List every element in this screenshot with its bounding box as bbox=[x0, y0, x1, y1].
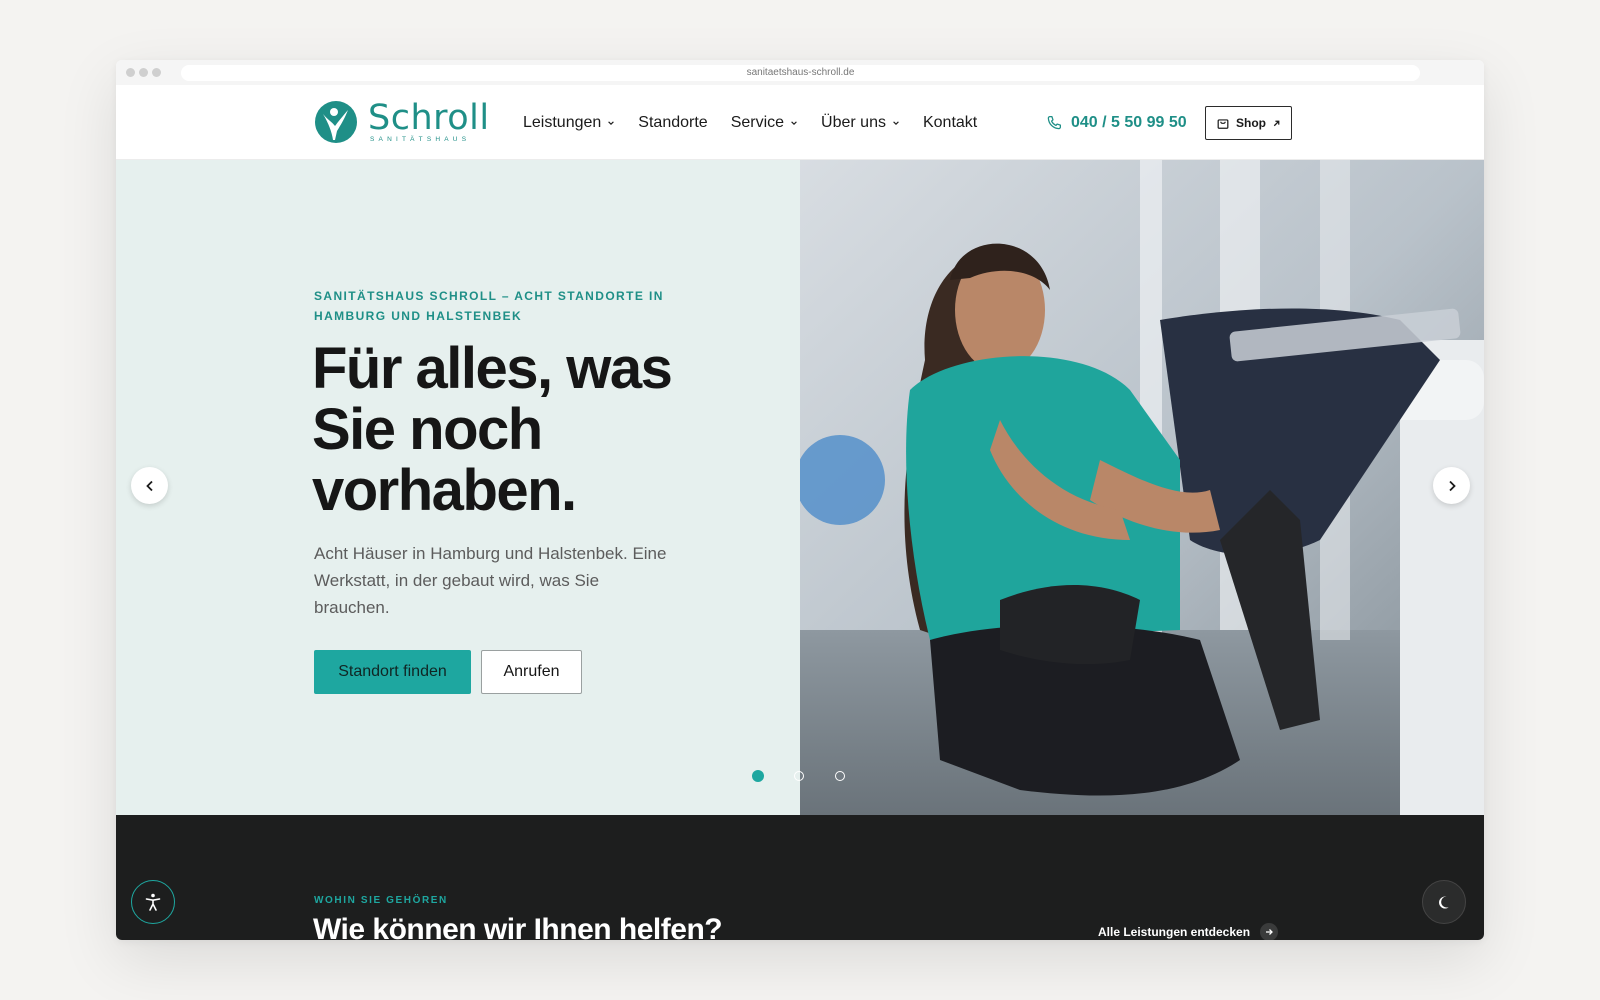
phone-icon bbox=[1047, 115, 1062, 129]
logo-icon bbox=[315, 101, 357, 143]
dark-mode-toggle[interactable] bbox=[1422, 880, 1466, 924]
logo[interactable]: Schroll SANITÄTSHAUS bbox=[314, 100, 490, 144]
hero-lede: Acht Häuser in Hamburg und Halstenbek. E… bbox=[314, 544, 667, 617]
all-services-label: Alle Leistungen entdecken bbox=[1098, 925, 1251, 939]
chevron-right-icon bbox=[1448, 480, 1456, 491]
hero-text-panel: SANITÄTSHAUS SCHROLL – ACHT STANDORTE IN… bbox=[116, 160, 800, 815]
hero-eyebrow: SANITÄTSHAUS SCHROLL – ACHT STANDORTE IN… bbox=[314, 289, 664, 323]
moon-icon bbox=[1439, 896, 1449, 909]
maximize-dot[interactable] bbox=[152, 68, 161, 77]
hero-slider: SANITÄTSHAUS SCHROLL – ACHT STANDORTE IN… bbox=[116, 160, 1484, 815]
slider-prev-button[interactable] bbox=[131, 467, 168, 504]
site-header: Schroll SANITÄTSHAUS Leistungen Standort… bbox=[116, 85, 1484, 160]
hero-image bbox=[800, 160, 1484, 815]
section-eyebrow: WOHIN SIE GEHÖREN bbox=[314, 895, 448, 906]
nav-label: Standorte bbox=[638, 113, 708, 131]
browser-window: sanitaetshaus-schroll.de Schroll SANITÄT… bbox=[116, 60, 1484, 940]
accessibility-button[interactable] bbox=[131, 880, 175, 924]
nav-item-ueber-uns[interactable]: Über uns bbox=[821, 114, 900, 132]
logo-subtitle: SANITÄTSHAUS bbox=[370, 136, 471, 143]
chevron-left-icon bbox=[145, 480, 153, 491]
section-title: Wie können wir Ihnen helfen? bbox=[313, 913, 723, 940]
close-dot[interactable] bbox=[126, 68, 135, 77]
nav-item-kontakt[interactable]: Kontakt bbox=[923, 114, 977, 132]
arrow-right-icon bbox=[1260, 923, 1279, 940]
logo-wordmark: Schroll SANITÄTSHAUS bbox=[368, 98, 490, 144]
nav-label: Kontakt bbox=[922, 113, 978, 131]
logo-name: Schroll bbox=[368, 98, 490, 138]
hero-photo bbox=[800, 160, 1484, 815]
window-controls bbox=[126, 68, 161, 77]
all-services-link[interactable]: Alle Leistungen entdecken bbox=[1098, 923, 1279, 940]
chevron-down-icon bbox=[893, 120, 899, 125]
chevron-down-icon bbox=[608, 120, 615, 125]
nav-item-standorte[interactable]: Standorte bbox=[638, 114, 707, 132]
browser-chrome: sanitaetshaus-schroll.de bbox=[116, 60, 1484, 85]
address-bar[interactable]: sanitaetshaus-schroll.de bbox=[181, 65, 1420, 81]
slide-dot-1[interactable] bbox=[752, 770, 764, 782]
slider-next-button[interactable] bbox=[1433, 467, 1470, 504]
shop-label: Shop bbox=[1236, 116, 1266, 130]
nav-item-service[interactable]: Service bbox=[731, 114, 798, 132]
phone-link[interactable]: 040 / 5 50 99 50 bbox=[1045, 85, 1187, 160]
nav-item-leistungen[interactable]: Leistungen bbox=[523, 114, 615, 132]
chevron-down-icon bbox=[791, 120, 797, 125]
slide-dot-3[interactable] bbox=[835, 771, 845, 781]
nav-label: Service bbox=[730, 113, 785, 131]
accessibility-icon bbox=[145, 893, 161, 911]
nav-label: Leistungen bbox=[523, 113, 602, 131]
slide-dot-2[interactable] bbox=[794, 771, 804, 781]
call-button[interactable]: Anrufen bbox=[481, 650, 582, 694]
shop-button[interactable]: Shop bbox=[1205, 106, 1292, 140]
services-section: WOHIN SIE GEHÖREN Wie können wir Ihnen h… bbox=[116, 815, 1484, 940]
nav-label: Über uns bbox=[821, 113, 886, 131]
shopping-bag-icon bbox=[1217, 119, 1229, 129]
main-nav: Leistungen Standorte Service Über uns Ko… bbox=[523, 85, 977, 160]
hero-headline: Für alles, was Sie noch vorhaben. bbox=[312, 336, 673, 523]
minimize-dot[interactable] bbox=[139, 68, 148, 77]
find-location-button[interactable]: Standort finden bbox=[314, 650, 471, 694]
phone-number: 040 / 5 50 99 50 bbox=[1071, 113, 1187, 131]
external-link-icon bbox=[1273, 120, 1280, 126]
